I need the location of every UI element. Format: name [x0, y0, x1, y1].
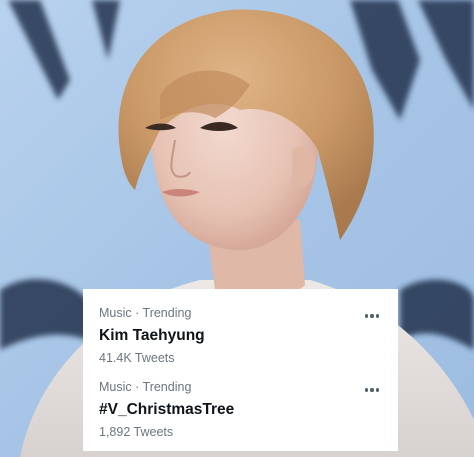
trend-meta: Music · Trending	[99, 380, 192, 394]
more-options-button[interactable]	[362, 380, 382, 400]
trend-meta: Music · Trending	[99, 306, 192, 320]
more-horizontal-icon	[364, 314, 380, 318]
trend-tweet-count: 1,892 Tweets	[99, 425, 174, 439]
trending-card: Music · Trending Kim Taehyung 41.4K Twee…	[83, 289, 398, 451]
trend-name[interactable]: Kim Taehyung	[99, 326, 386, 345]
more-options-button[interactable]	[362, 306, 382, 326]
trend-name[interactable]: #V_ChristmasTree	[99, 400, 386, 419]
more-horizontal-icon	[364, 388, 380, 392]
trend-item-kim-taehyung[interactable]: Music · Trending Kim Taehyung 41.4K Twee…	[99, 306, 386, 366]
trend-item-v-christmastree[interactable]: Music · Trending #V_ChristmasTree 1,892 …	[99, 380, 386, 440]
trend-tweet-count: 41.4K Tweets	[99, 351, 175, 365]
